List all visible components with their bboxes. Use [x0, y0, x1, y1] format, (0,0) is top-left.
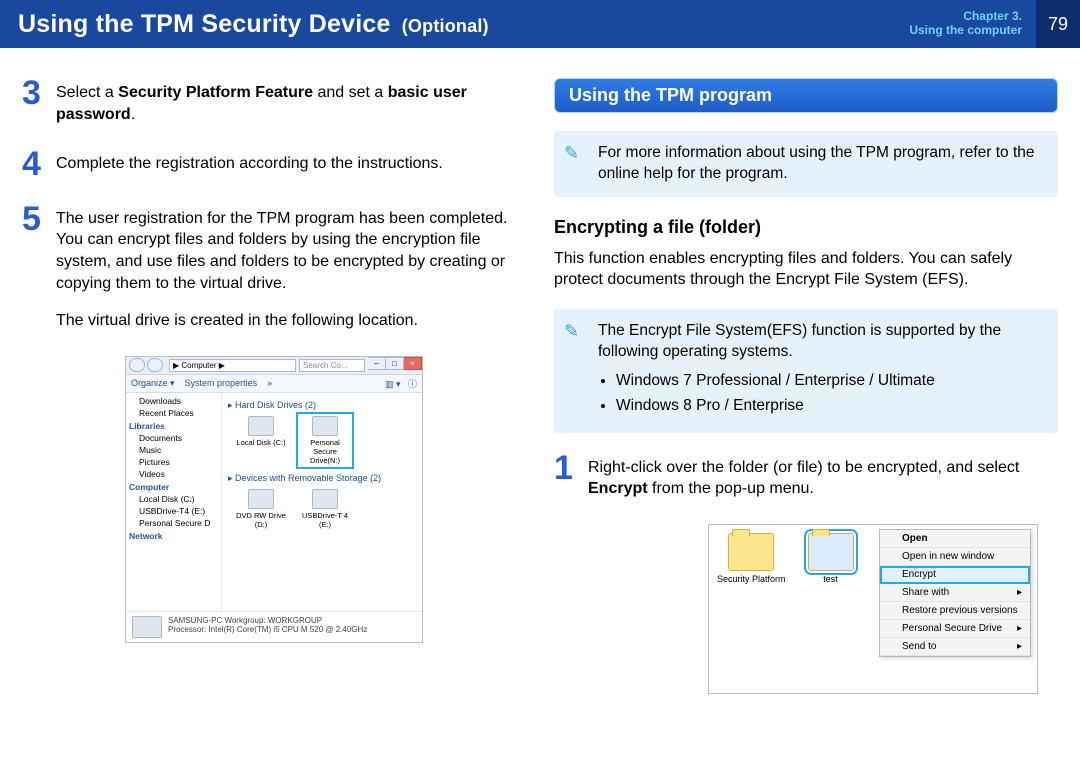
details-line1: SAMSUNG-PC Workgroup: WORKGROUP [168, 616, 367, 625]
page-number-badge: 79 [1036, 0, 1080, 48]
sidebar-libraries[interactable]: Libraries [129, 421, 218, 431]
step-number: 1 [554, 453, 580, 500]
drive-icon [312, 489, 338, 509]
maximize-button[interactable]: □ [386, 357, 404, 370]
drive-local[interactable]: Local Disk (C:) [236, 416, 286, 465]
folder-test[interactable]: test [808, 533, 854, 584]
group-removable: ▸ Devices with Removable Storage (2) [228, 473, 416, 484]
note-icon: ✎ [564, 141, 579, 165]
page-header: Using the TPM Security Device (Optional)… [0, 0, 1080, 48]
title-optional: (Optional) [402, 16, 489, 36]
step-4: 4 Complete the registration according to… [22, 149, 526, 180]
note2-list: Windows 7 Professional / Enterprise / Ul… [598, 371, 1044, 417]
right-column: Using the TPM program ✎ For more informa… [554, 78, 1058, 694]
menu-open[interactable]: Open [880, 530, 1030, 548]
subheading-encrypting: Encrypting a file (folder) [554, 217, 1058, 238]
step-body: Select a Security Platform Feature and s… [56, 78, 526, 125]
info-note-1: ✎ For more information about using the T… [554, 131, 1058, 197]
menu-encrypt[interactable]: Encrypt [880, 566, 1030, 584]
step-5: 5 The user registration for the TPM prog… [22, 204, 526, 332]
minimize-button[interactable]: – [368, 357, 386, 370]
sidebar-documents[interactable]: Documents [129, 433, 218, 443]
menu-send-to[interactable]: Send to▸ [880, 638, 1030, 656]
note-text: For more information about using the TPM… [598, 144, 1035, 182]
step-body: Right-click over the folder (or file) to… [588, 453, 1058, 500]
title-text: Using the TPM Security Device [18, 10, 391, 38]
sidebar-pictures[interactable]: Pictures [129, 457, 218, 467]
header-right: Chapter 3. Using the computer 79 [909, 0, 1080, 48]
menu-share-with[interactable]: Share with▸ [880, 584, 1030, 602]
chapter-line1: Chapter 3. [909, 10, 1022, 24]
explorer-main: ▸ Hard Disk Drives (2) Local Disk (C:) P… [222, 393, 422, 611]
note2-item: Windows 7 Professional / Enterprise / Ul… [616, 371, 1044, 392]
note2-intro: The Encrypt File System(EFS) function is… [598, 322, 1001, 360]
step-number: 4 [22, 149, 48, 180]
note-icon: ✎ [564, 319, 579, 343]
organize-menu[interactable]: Organize ▾ [131, 378, 175, 389]
sidebar-computer[interactable]: Computer [129, 482, 218, 492]
note2-item: Windows 8 Pro / Enterprise [616, 396, 1044, 417]
step-1-right: 1 Right-click over the folder (or file) … [554, 453, 1058, 500]
folder-icon [808, 533, 854, 571]
system-properties-button[interactable]: System properties [185, 378, 258, 388]
context-menu-screenshot: Security Platform test Open Open in new … [708, 524, 1038, 694]
step-extra: The virtual drive is created in the foll… [56, 310, 526, 332]
view-icons[interactable]: ▥ ▾ ⓘ [385, 377, 417, 390]
menu-open-new-window[interactable]: Open in new window [880, 548, 1030, 566]
left-column: 3 Select a Security Platform Feature and… [22, 78, 526, 694]
sidebar-localdisk[interactable]: Local Disk (C:) [129, 494, 218, 504]
drive-usb[interactable]: USBDrive-T 4 (E:) [300, 489, 350, 529]
details-line2: Processor: Intel(R) Core(TM) i5 CPU M 52… [168, 625, 367, 634]
toolbar-more[interactable]: » [267, 378, 272, 388]
menu-restore[interactable]: Restore previous versions [880, 602, 1030, 620]
drive-dvd[interactable]: DVD RW Drive (D:) [236, 489, 286, 529]
group-hdd: ▸ Hard Disk Drives (2) [228, 400, 416, 411]
forward-button[interactable] [147, 358, 163, 372]
drive-icon [248, 489, 274, 509]
menu-psd[interactable]: Personal Secure Drive▸ [880, 620, 1030, 638]
step-3: 3 Select a Security Platform Feature and… [22, 78, 526, 125]
context-menu: Open Open in new window Encrypt Share wi… [879, 529, 1031, 657]
explorer-screenshot: ▶ Computer ▶ Search Co... – □ × Organize… [125, 356, 423, 643]
para-efs: This function enables encrypting files a… [554, 248, 1058, 291]
page-title: Using the TPM Security Device (Optional) [18, 10, 489, 39]
sidebar-recent[interactable]: Recent Places [129, 408, 218, 418]
drive-psd[interactable]: Personal Secure Drive(N:) [300, 416, 350, 465]
sidebar-usbdrive[interactable]: USBDrive-T4 (E:) [129, 506, 218, 516]
drive-icon [312, 416, 338, 436]
folder-icon [728, 533, 774, 571]
step-text: The user registration for the TPM progra… [56, 210, 507, 292]
sidebar-network[interactable]: Network [129, 531, 218, 541]
address-bar[interactable]: ▶ Computer ▶ [169, 359, 296, 372]
sidebar-videos[interactable]: Videos [129, 469, 218, 479]
step-number: 3 [22, 78, 48, 125]
explorer-details-pane: SAMSUNG-PC Workgroup: WORKGROUP Processo… [126, 611, 422, 642]
drive-icon [248, 416, 274, 436]
back-button[interactable] [129, 358, 145, 372]
search-input[interactable]: Search Co... [299, 359, 365, 372]
sidebar-psd[interactable]: Personal Secure D [129, 518, 218, 528]
step-body: The user registration for the TPM progra… [56, 204, 526, 332]
info-note-2: ✎ The Encrypt File System(EFS) function … [554, 309, 1058, 433]
chapter-line2: Using the computer [909, 24, 1022, 38]
step-number: 5 [22, 204, 48, 332]
sidebar-music[interactable]: Music [129, 445, 218, 455]
folder-security-platform[interactable]: Security Platform [717, 533, 786, 584]
chapter-block: Chapter 3. Using the computer [909, 10, 1030, 38]
step-body: Complete the registration according to t… [56, 149, 443, 180]
computer-icon [132, 616, 162, 638]
explorer-sidebar: Downloads Recent Places Libraries Docume… [126, 393, 222, 611]
section-heading: Using the TPM program [554, 78, 1058, 113]
close-button[interactable]: × [404, 357, 422, 370]
sidebar-downloads[interactable]: Downloads [129, 396, 218, 406]
